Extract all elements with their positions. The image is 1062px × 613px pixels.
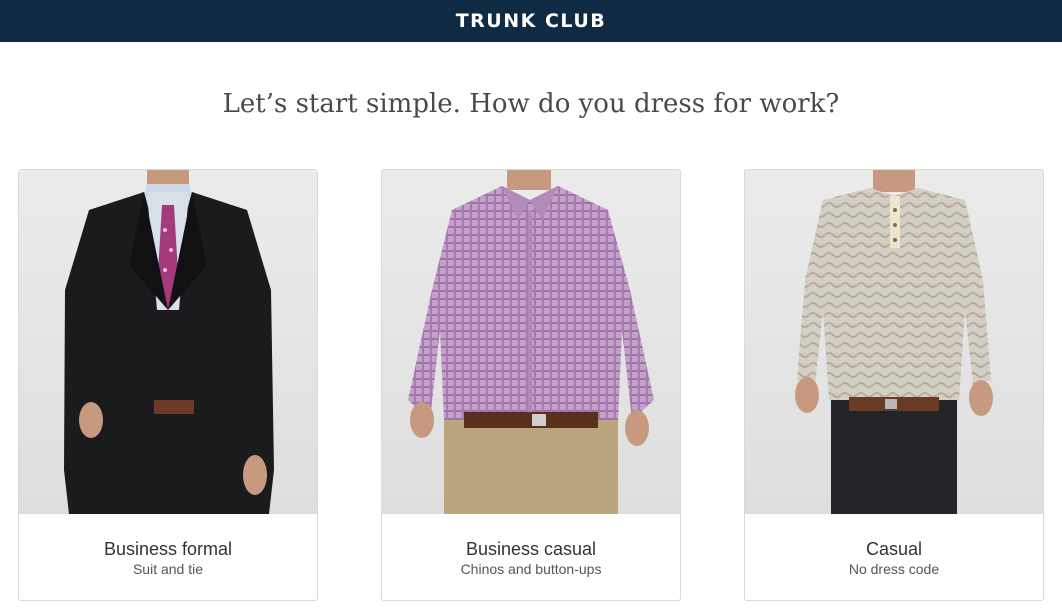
option-subtitle: No dress code <box>848 561 940 577</box>
business-formal-photo <box>19 170 317 514</box>
option-card-business-formal[interactable]: Business formal Suit and tie <box>18 169 318 601</box>
page-question: Let’s start simple. How do you dress for… <box>222 89 840 119</box>
option-subtitle: Chinos and button-ups <box>460 561 602 577</box>
top-header: TRUNK CLUB <box>0 0 1062 42</box>
option-title: Business casual <box>465 539 597 559</box>
casual-caption: Casual No dress code <box>745 514 1043 600</box>
option-subtitle: Suit and tie <box>132 561 204 577</box>
option-title: Business formal <box>103 539 233 559</box>
business-casual-photo <box>382 170 680 514</box>
business-formal-caption: Business formal Suit and tie <box>19 514 317 600</box>
option-cards: Business formal Suit and tie Business ca… <box>18 169 1044 601</box>
option-card-business-casual[interactable]: Business casual Chinos and button-ups <box>381 169 681 601</box>
casual-photo <box>745 170 1043 514</box>
business-casual-caption: Business casual Chinos and button-ups <box>382 514 680 600</box>
option-card-casual[interactable]: Casual No dress code <box>744 169 1044 601</box>
brand-logo[interactable]: TRUNK CLUB <box>456 10 607 32</box>
option-title: Casual <box>865 539 923 559</box>
